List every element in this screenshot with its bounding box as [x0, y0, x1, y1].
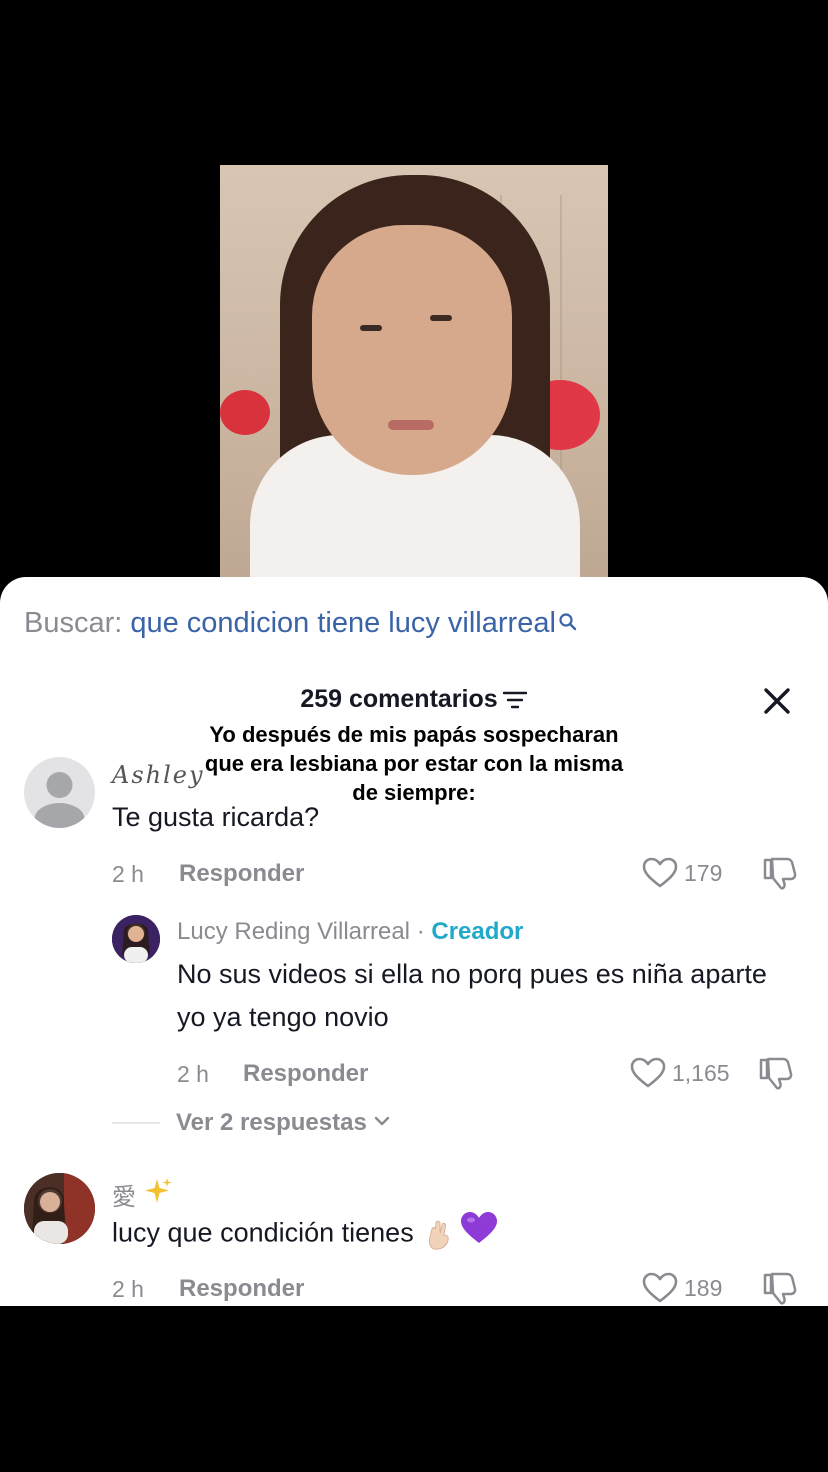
- purple-heart-icon: [460, 1211, 498, 1258]
- avatar[interactable]: [24, 1173, 95, 1244]
- person-eye: [430, 315, 452, 321]
- reply-author[interactable]: Lucy Reding Villarreal: [177, 918, 410, 945]
- like-button[interactable]: 179: [642, 857, 722, 889]
- thumbs-down-icon[interactable]: [762, 1271, 798, 1306]
- comment-time: 2 h: [112, 861, 144, 887]
- comment-author-line: 愛: [112, 1177, 173, 1212]
- person-mouth: [388, 420, 434, 430]
- author-separator: ·: [416, 918, 425, 945]
- video-frame[interactable]: [220, 165, 608, 577]
- replies-divider: [112, 1122, 160, 1124]
- heart-outline-icon: [642, 857, 678, 888]
- comment-time: 2 h: [112, 1276, 144, 1302]
- search-prefix: Buscar:: [24, 607, 123, 639]
- view-replies-label: Ver 2 respuestas: [176, 1109, 367, 1136]
- view-replies-button[interactable]: Ver 2 respuestas: [112, 1109, 391, 1137]
- chevron-down-icon: [373, 1114, 391, 1133]
- avatar[interactable]: [24, 757, 95, 828]
- like-count: 1,165: [672, 1059, 730, 1086]
- thumbs-down-icon[interactable]: [762, 856, 798, 895]
- reply-time: 2 h: [177, 1061, 209, 1087]
- comments-sheet: Buscar: que condicion tiene lucy villarre…: [0, 577, 828, 1306]
- reply-button[interactable]: Responder: [243, 1060, 368, 1088]
- close-icon: [761, 688, 793, 721]
- sparkles-icon: [143, 1178, 173, 1211]
- wall-detail: [560, 195, 562, 495]
- person-face: [312, 225, 512, 475]
- like-count: 189: [684, 1274, 723, 1301]
- like-count: 179: [684, 859, 723, 886]
- user-avatar-image: [24, 1173, 95, 1244]
- comment-text-line: lucy que condición tienes: [112, 1211, 498, 1258]
- comment-text: lucy que condición tienes: [112, 1217, 414, 1248]
- video-caption-overlay: Yo después de mis papás sospecharan que …: [204, 722, 624, 805]
- creator-badge: Creador: [431, 918, 524, 945]
- search-suggestion[interactable]: Buscar: que condicion tiene lucy villarre…: [24, 607, 578, 640]
- reply-author-line: Lucy Reding Villarreal · Creador: [177, 918, 523, 946]
- plush-toy: [220, 390, 270, 435]
- creator-avatar[interactable]: [112, 915, 160, 963]
- like-button[interactable]: 1,165: [630, 1057, 730, 1089]
- search-icon: [558, 607, 578, 640]
- comments-count: 259 comentarios: [300, 685, 498, 713]
- comments-header: 259 comentarios: [0, 685, 828, 715]
- like-button[interactable]: 189: [642, 1272, 722, 1304]
- person-eye: [360, 325, 382, 331]
- close-button[interactable]: [761, 685, 793, 717]
- reply-text: No sus videos si ella no porq pues es ni…: [177, 959, 767, 1032]
- heart-outline-icon: [630, 1057, 666, 1088]
- filter-icon[interactable]: [502, 690, 528, 715]
- default-avatar-icon: [34, 772, 85, 828]
- comment-author[interactable]: 愛: [112, 1184, 136, 1211]
- reply-button[interactable]: Responder: [179, 1275, 304, 1303]
- reply-button[interactable]: Responder: [179, 860, 304, 888]
- heart-outline-icon: [642, 1272, 678, 1303]
- search-query-link[interactable]: que condicion tiene lucy villarreal: [130, 607, 556, 639]
- creator-avatar-image: [112, 915, 160, 963]
- thumbs-down-icon[interactable]: [758, 1056, 794, 1095]
- crossed-fingers-icon: [426, 1219, 452, 1251]
